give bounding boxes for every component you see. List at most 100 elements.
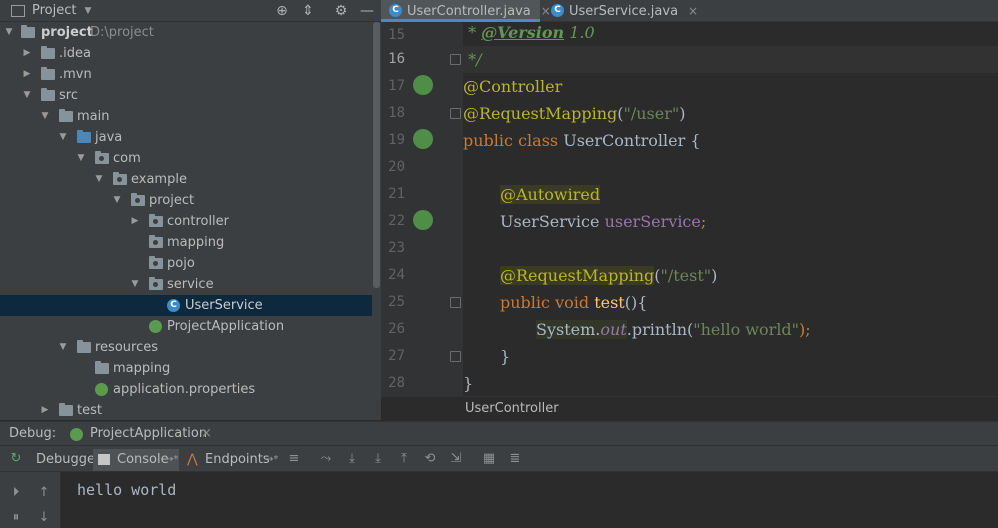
tree-item-project-pkg[interactable]: ▼ project: [0, 190, 372, 211]
tree-item-res-mapping[interactable]: mapping: [0, 358, 372, 379]
expand-arrow-icon[interactable]: ▼: [4, 22, 14, 43]
collapse-all-icon[interactable]: ⇕: [299, 2, 317, 20]
autowired-navigate-icon[interactable]: [413, 210, 433, 230]
expand-arrow-icon[interactable]: ▼: [58, 337, 68, 358]
show-execution-point-icon[interactable]: ⤳: [318, 451, 334, 467]
expand-arrow-icon[interactable]: ▶: [22, 64, 32, 85]
tree-item-test[interactable]: ▶ test: [0, 400, 372, 420]
line-number: 25: [388, 294, 405, 310]
code-line-current: */: [463, 46, 998, 73]
expand-arrow-icon[interactable]: ▶: [130, 211, 140, 232]
tree-item-java[interactable]: ▼ java: [0, 127, 372, 148]
pause-icon[interactable]: ⏸: [8, 510, 24, 526]
tree-item-resources[interactable]: ▼ resources: [0, 337, 372, 358]
endpoints-icon: ⋀: [187, 452, 198, 467]
expand-arrow-icon[interactable]: ▼: [112, 190, 122, 211]
package-icon: [113, 172, 127, 185]
line-number: 27: [388, 348, 405, 364]
spring-boot-app-icon: [70, 428, 83, 441]
tree-item-path: D:\project: [90, 25, 154, 40]
fold-marker-icon[interactable]: [450, 297, 461, 308]
hide-icon[interactable]: —: [358, 2, 376, 20]
step-over-icon[interactable]: ⤓: [344, 451, 360, 467]
expand-arrow-icon[interactable]: ▼: [130, 274, 140, 295]
line-number: 17: [388, 78, 405, 94]
rerun-icon[interactable]: ↻: [8, 451, 24, 467]
expand-arrow-icon[interactable]: ▶: [40, 400, 50, 420]
expand-arrow-icon[interactable]: ▼: [94, 169, 104, 190]
tree-item-userservice[interactable]: C UserService: [0, 295, 372, 316]
locate-icon[interactable]: ⊕: [273, 2, 291, 20]
tab-usercontroller[interactable]: C UserController.java ×: [381, 0, 551, 22]
tree-item-label: ProjectApplication: [167, 319, 285, 334]
expand-arrow-icon[interactable]: ▼: [22, 85, 32, 106]
expand-arrow-icon[interactable]: ▼: [76, 148, 86, 169]
project-scrollbar-thumb[interactable]: [373, 22, 380, 288]
tree-item-label: project: [149, 193, 195, 208]
drop-frame-icon[interactable]: ⟲: [422, 451, 438, 467]
line-number: 22: [388, 213, 405, 229]
package-icon: [95, 151, 109, 164]
resources-folder-icon: [77, 340, 91, 353]
up-arrow-icon[interactable]: ↑: [36, 485, 52, 501]
close-icon[interactable]: ×: [201, 422, 212, 446]
tab-console[interactable]: Console →*: [93, 449, 179, 471]
evaluate-expression-icon[interactable]: ▦: [481, 451, 497, 467]
run-to-cursor-icon[interactable]: ⇲: [448, 451, 464, 467]
breadcrumb[interactable]: UserController: [381, 396, 998, 420]
tree-item-label: controller: [167, 214, 230, 229]
fold-marker-icon[interactable]: [450, 54, 461, 65]
tree-item-project-root[interactable]: ▼ project D:\project: [0, 22, 372, 43]
tree-item-controller[interactable]: ▶ controller: [0, 211, 372, 232]
tree-item-label: src: [59, 88, 78, 103]
tab-endpoints[interactable]: ⋀ Endpoints →*: [183, 449, 279, 471]
code-editor[interactable]: * @Version 1.0 */ @Controller @RequestMa…: [463, 22, 998, 396]
breadcrumb-item[interactable]: UserController: [465, 401, 559, 416]
pin-arrow-icon: →*: [165, 454, 179, 465]
tree-item-label: service: [167, 277, 214, 292]
console-output[interactable]: hello world: [61, 472, 998, 528]
folder-icon: [59, 403, 73, 416]
spring-bean-gutter-icon[interactable]: [413, 75, 433, 95]
spring-bean-gutter-icon[interactable]: [413, 129, 433, 149]
trace-icon[interactable]: ≣: [507, 451, 523, 467]
tree-item-main[interactable]: ▼ main: [0, 106, 372, 127]
close-icon[interactable]: ×: [688, 4, 698, 18]
tree-item-mapping[interactable]: mapping: [0, 232, 372, 253]
tree-item-label: pojo: [167, 256, 195, 271]
down-arrow-icon[interactable]: ↓: [36, 510, 52, 526]
debug-tool-window-header: Debug: ProjectApplication ×: [0, 421, 998, 445]
project-panel-header: Project ▼ ⊕ ⇕ ⚙ —: [0, 0, 381, 22]
folder-icon: [21, 25, 35, 38]
resume-icon[interactable]: ⏵: [8, 485, 24, 501]
project-view-selector[interactable]: Project: [32, 3, 76, 18]
expand-arrow-icon[interactable]: ▼: [58, 127, 68, 148]
folder-icon: [95, 361, 109, 374]
chevron-down-icon[interactable]: ▼: [84, 6, 91, 16]
tree-item-mvn[interactable]: ▶ .mvn: [0, 64, 372, 85]
debug-session-tab[interactable]: ProjectApplication: [90, 422, 207, 446]
tree-item-label: project: [41, 25, 93, 40]
tree-item-idea[interactable]: ▶ .idea: [0, 43, 372, 64]
expand-arrow-icon[interactable]: ▶: [22, 43, 32, 64]
tree-item-projectapplication[interactable]: ProjectApplication: [0, 316, 372, 337]
tree-item-src[interactable]: ▼ src: [0, 85, 372, 106]
menu-icon[interactable]: ≡: [286, 451, 302, 467]
tree-item-pojo[interactable]: pojo: [0, 253, 372, 274]
tree-item-label: resources: [95, 340, 159, 355]
tree-item-application-properties[interactable]: application.properties: [0, 379, 372, 400]
package-icon: [149, 256, 163, 269]
tab-userservice[interactable]: C UserService.java ×: [543, 0, 698, 22]
code-line: @RequestMapping("/user"): [463, 104, 686, 123]
gear-icon[interactable]: ⚙: [332, 2, 350, 20]
tree-item-example[interactable]: ▼ example: [0, 169, 372, 190]
tree-item-com[interactable]: ▼ com: [0, 148, 372, 169]
step-out-icon[interactable]: ⤒: [396, 451, 412, 467]
tree-item-service[interactable]: ▼ service: [0, 274, 372, 295]
line-number: 19: [388, 132, 405, 148]
console-icon: [98, 454, 110, 465]
fold-marker-icon[interactable]: [450, 351, 461, 362]
step-into-icon[interactable]: ⤓: [370, 451, 386, 467]
fold-marker-icon[interactable]: [450, 108, 461, 119]
expand-arrow-icon[interactable]: ▼: [40, 106, 50, 127]
